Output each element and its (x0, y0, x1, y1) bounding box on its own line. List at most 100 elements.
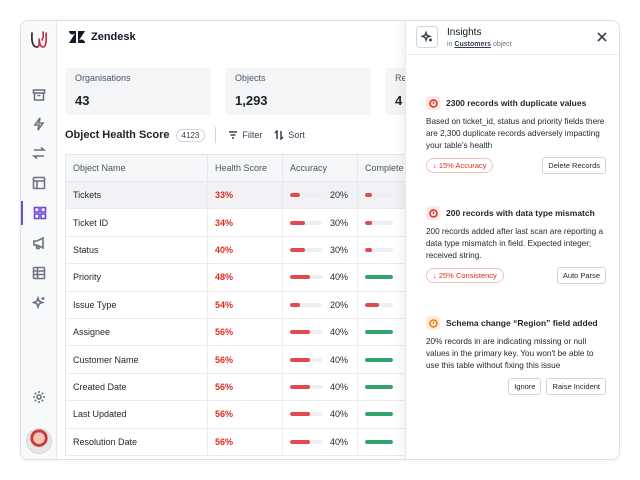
object-name-cell: Priority (65, 263, 208, 292)
nav-tables[interactable] (21, 261, 57, 285)
table-row[interactable]: Resolution Date 56% 40% (65, 428, 405, 456)
subtitle-object-link[interactable]: Customers (454, 41, 491, 48)
megaphone-icon (33, 236, 44, 250)
grid-icon (33, 206, 47, 220)
delete-records-button[interactable]: Delete Records (542, 157, 606, 174)
completeness-cell (357, 400, 405, 429)
accuracy-bar-fill (290, 302, 300, 307)
workspace-name: Zendesk (91, 31, 136, 43)
filter-label: Filter (242, 130, 263, 140)
table-row[interactable]: Status 40% 30% (65, 236, 405, 265)
completeness-bar-fill (365, 330, 393, 335)
health-score-cell: 54% (207, 291, 283, 319)
insight-title: 200 records with data type mismatch (446, 208, 595, 218)
accuracy-value: 20% (329, 299, 348, 310)
accuracy-cell: 40% (282, 400, 358, 429)
accuracy-cell: 40% (282, 318, 358, 347)
completeness-bar (365, 247, 393, 252)
insight-body: 200 records added after last scan are re… (426, 227, 604, 260)
column-header-completeness[interactable]: Complete (357, 154, 405, 182)
completeness-bar-fill (365, 302, 379, 307)
completeness-cell (357, 428, 405, 456)
completeness-cell (357, 208, 405, 237)
health-score-cell: 56% (207, 400, 283, 429)
table-row[interactable]: Priority 48% 40% (65, 263, 405, 292)
insight-title: Schema change “Region” field added (446, 318, 598, 328)
subtitle-suffix: object (492, 41, 512, 48)
stat-card-objects: Objects 1,293 (225, 68, 371, 115)
completeness-bar-fill (365, 412, 393, 417)
accuracy-cell: 20% (282, 291, 358, 319)
completeness-bar (365, 357, 393, 362)
accuracy-value: 30% (329, 244, 348, 255)
sort-icon (274, 130, 284, 140)
column-header-accuracy[interactable]: Accuracy (282, 154, 358, 182)
accuracy-value: 40% (329, 327, 348, 338)
object-name-cell: Tickets (65, 181, 208, 210)
completeness-cell (357, 263, 405, 292)
accuracy-bar (290, 330, 322, 335)
object-name-cell: Assignee (65, 318, 208, 347)
table-row[interactable]: Created Date 56% 40% (65, 373, 405, 402)
accuracy-bar-fill (290, 193, 300, 198)
layout-icon (32, 176, 46, 190)
accuracy-bar (290, 439, 322, 444)
nav-transfer[interactable] (21, 141, 57, 165)
nav-archive[interactable] (21, 83, 57, 107)
accuracy-bar-fill (290, 439, 310, 444)
nav-settings[interactable] (21, 385, 57, 409)
accuracy-cell: 40% (282, 428, 358, 456)
object-name-cell: Last Updated (65, 400, 208, 429)
completeness-bar-fill (365, 384, 393, 389)
accuracy-bar-fill (290, 330, 310, 335)
accuracy-cell: 30% (282, 208, 358, 237)
close-panel-button[interactable] (596, 30, 608, 42)
ignore-button[interactable]: Ignore (508, 378, 542, 395)
sparkle-icon (32, 296, 45, 310)
object-name-cell: Status (65, 236, 208, 265)
insight-body: Based on ticket_id, status and priority … (426, 117, 605, 150)
workspace-brand[interactable]: Zendesk (69, 31, 136, 43)
accuracy-cell: 40% (282, 263, 358, 292)
auto-parse-button[interactable]: Auto Parse (556, 267, 606, 284)
table-row[interactable]: Tickets 33% 20% (65, 181, 405, 210)
nav-announcements[interactable] (21, 231, 57, 255)
table-row[interactable]: Ticket ID 34% 30% (65, 208, 405, 237)
insights-header: Insights in Customers object (406, 21, 619, 55)
nav-activity[interactable] (21, 112, 57, 136)
app-logo-icon[interactable] (28, 29, 50, 51)
insights-subtitle: in Customers object (447, 41, 512, 48)
user-avatar[interactable] (26, 428, 52, 454)
table-row[interactable]: Last Updated 56% 40% (65, 400, 405, 429)
insights-panel: Insights in Customers object 2300 record… (405, 21, 619, 459)
table-row[interactable]: Customer Name 56% 40% (65, 345, 405, 374)
accuracy-bar-fill (290, 220, 305, 225)
impact-badge: ↓ 15% Accuracy (426, 158, 494, 173)
toolbar-divider (215, 127, 217, 143)
completeness-cell (357, 291, 405, 319)
accuracy-bar (290, 357, 322, 362)
nav-objects[interactable] (21, 201, 57, 225)
table-row[interactable]: Issue Type 54% 20% (65, 291, 405, 319)
sort-button[interactable]: Sort (274, 130, 305, 140)
accuracy-value: 40% (329, 354, 348, 365)
warning-icon (426, 316, 440, 330)
nav-layout[interactable] (21, 171, 57, 195)
accuracy-bar (290, 384, 322, 389)
table-header-row: Object Name Health Score Accuracy Comple… (65, 154, 405, 182)
object-name-cell: Customer Name (65, 345, 208, 374)
table-row[interactable]: Assignee 56% 40% (65, 318, 405, 347)
close-icon (597, 32, 607, 42)
accuracy-cell: 20% (282, 181, 358, 210)
raise-incident-button[interactable]: Raise Incident (546, 378, 606, 395)
error-icon (426, 206, 440, 220)
filter-button[interactable]: Filter (228, 130, 262, 140)
completeness-cell (357, 236, 405, 265)
object-name-cell: Created Date (65, 373, 208, 402)
insight-body: 20% records in are indicating missing or… (426, 337, 594, 370)
accuracy-value: 40% (329, 409, 348, 420)
stat-card-organisations: Organisations 43 (65, 68, 211, 115)
column-header-health-score[interactable]: Health Score (207, 154, 283, 182)
nav-insights[interactable] (21, 291, 57, 315)
column-header-object-name[interactable]: Object Name (65, 154, 208, 182)
